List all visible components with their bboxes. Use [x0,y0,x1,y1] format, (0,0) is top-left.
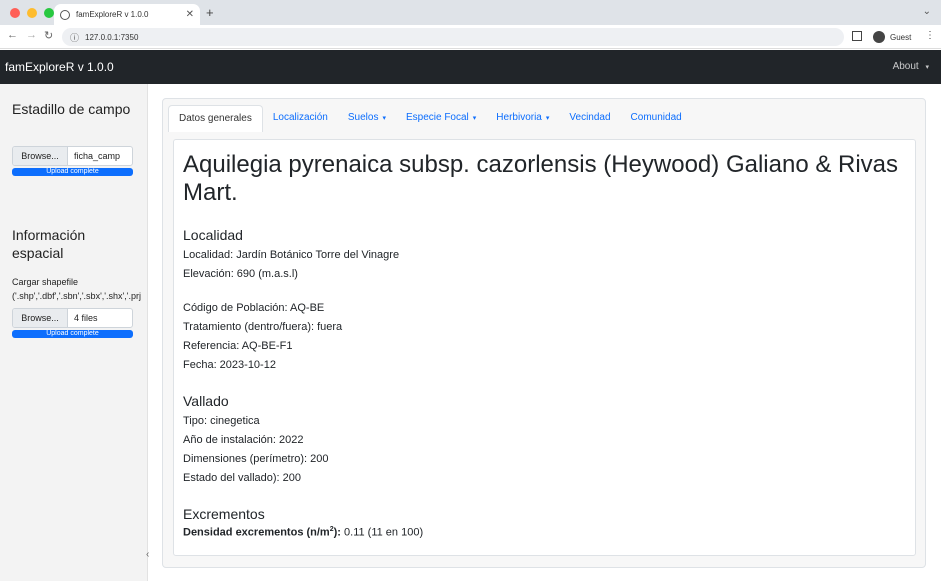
shapefile-file-count: 4 files [74,313,98,323]
app-navbar: famExploreR v 1.0.0 About ▾ [0,50,941,84]
tab-comunidad[interactable]: Comunidad [621,105,692,132]
side-panel-icon[interactable] [852,31,862,41]
localidad-value: Localidad: Jardín Botánico Torre del Vin… [183,249,400,261]
vallado-heading: Vallado [183,393,229,409]
shapefile-browse-button[interactable]: Browse... [13,309,68,327]
about-label: About [892,61,919,72]
tab-datos-generales[interactable]: Datos generales [168,105,263,132]
anio-value: Año de instalación: 2022 [183,434,304,446]
back-icon[interactable]: ← [7,29,18,41]
globe-icon [60,9,70,20]
tab-especie-focal[interactable]: Especie Focal ▾ [396,105,486,132]
estado-value: Estado del vallado): 200 [183,472,302,484]
tab-label: Datos generales [179,113,252,124]
estadillo-file-name: ficha_camp [74,151,121,161]
shapefile-extensions: ('.shp','.dbf','.sbn','.sbx','.shx','.pr… [12,291,141,301]
elevacion-value: Elevación: 690 (m.a.s.l) [183,268,298,280]
estadillo-title: Estadillo de campo [12,101,131,117]
localidad-heading: Localidad [183,227,243,243]
caret-down-icon: ▾ [545,115,550,122]
excrementos-heading: Excrementos [183,506,265,522]
browser-tab-title: famExploreR v 1.0.0 [76,10,149,19]
tab-label: Suelos [347,112,379,123]
browser-menu-icon[interactable]: ⋮ [925,30,935,41]
densidad-label: Densidad excrementos (n/m [183,526,330,539]
profile-avatar-icon [873,31,885,43]
caret-down-icon: ▾ [382,115,386,122]
info-icon[interactable]: ⓘ [70,31,79,44]
close-window-button[interactable] [10,8,20,18]
dimensiones-value: Dimensiones (perímetro): 200 [183,453,329,465]
caret-down-icon: ▾ [472,115,477,122]
profile-button[interactable]: Guest [867,28,917,46]
estadillo-progress-fill: Upload complete [12,168,133,176]
shapefile-label: Cargar shapefile [12,277,79,287]
tab-label: Vecindad [569,112,611,123]
window-controls [10,8,54,18]
fecha-value: Fecha: 2023-10-12 [183,359,276,371]
shapefile-file-input[interactable]: Browse... 4 files [12,308,133,328]
tab-bar: Datos generales Localización Suelos ▾ Especi… [168,105,692,132]
forward-icon[interactable]: → [26,29,37,41]
sidebar: Estadillo de campo Browse... ficha_camp … [0,84,148,581]
chevron-down-icon[interactable]: ⌄ [923,6,931,17]
browser-tabstrip: famExploreR v 1.0.0 ✕ + ⌄ [0,0,941,25]
reload-icon[interactable]: ↻ [44,29,53,42]
caret-down-icon: ▾ [925,64,929,71]
close-tab-icon[interactable]: ✕ [186,9,194,20]
shapefile-progress: Upload complete [12,330,133,338]
maximize-window-button[interactable] [44,8,54,18]
profile-name: Guest [890,32,912,42]
tab-label: Especie Focal [405,112,469,123]
referencia-value: Referencia: AQ-BE-F1 [183,340,293,352]
species-title: Aquilegia pyrenaica subsp. cazorlensis (… [183,151,899,206]
tab-vecindad[interactable]: Vecindad [559,105,620,132]
new-tab-icon[interactable]: + [206,5,214,20]
tab-label: Localización [272,112,328,123]
about-menu[interactable]: About ▾ [893,61,929,72]
densidad-row: Densidad excrementos (n/m2): 0.11 (11 en… [183,526,423,539]
densidad-value: 0.11 (11 en 100) [344,526,424,539]
tab-label: Herbivoria [496,112,542,123]
codigo-value: Código de Población: AQ-BE [183,302,325,314]
url-text: 127.0.0.1:7350 [85,32,139,42]
app-brand[interactable]: famExploreR v 1.0.0 [5,60,114,74]
info-espacial-title: Información espacial [12,227,86,261]
browser-toolbar: ← → ↻ ⓘ 127.0.0.1:7350 Guest ⋮ [0,25,941,49]
tab-content-datos-generales: Aquilegia pyrenaica subsp. cazorlensis (… [173,139,916,556]
browser-tab[interactable]: famExploreR v 1.0.0 ✕ [54,4,200,25]
tab-localización[interactable]: Localización [263,105,338,132]
densidad-suffix: ): [333,526,341,539]
collapse-sidebar-icon[interactable]: ‹ [146,549,149,560]
main-panel: Datos generales Localización Suelos ▾ Especi… [162,98,926,568]
tab-suelos[interactable]: Suelos ▾ [338,105,396,132]
tab-label: Comunidad [630,112,682,123]
minimize-window-button[interactable] [27,8,37,18]
shapefile-progress-fill: Upload complete [12,330,133,338]
estadillo-file-input[interactable]: Browse... ficha_camp [12,146,133,166]
address-bar[interactable]: ⓘ 127.0.0.1:7350 [62,28,844,46]
estadillo-progress: Upload complete [12,168,133,176]
tratamiento-value: Tratamiento (dentro/fuera): fuera [183,321,343,333]
tab-herbivoria[interactable]: Herbivoria ▾ [486,105,559,132]
estadillo-browse-button[interactable]: Browse... [13,147,68,165]
tipo-value: Tipo: cinegetica [183,415,260,427]
